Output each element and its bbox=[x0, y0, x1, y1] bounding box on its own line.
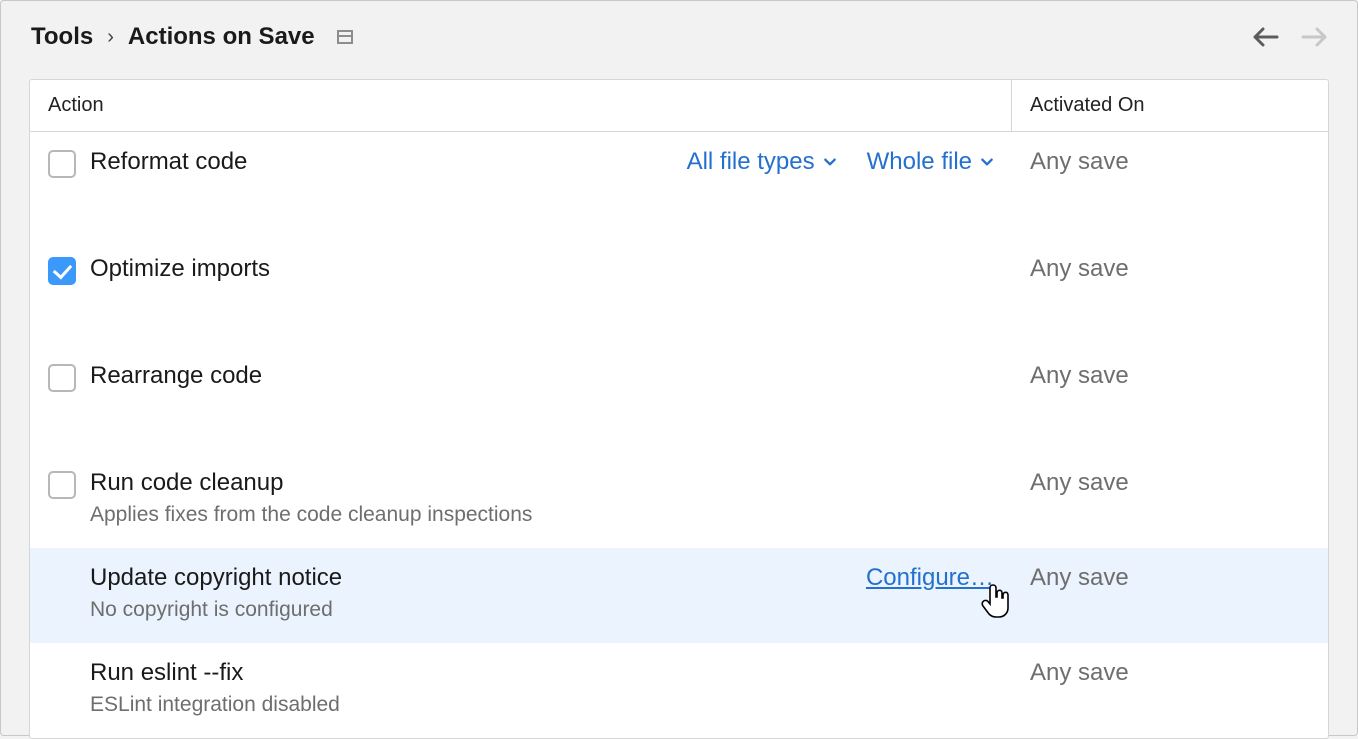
nav-arrows bbox=[1251, 26, 1329, 48]
table-row[interactable]: Update copyright notice Configure… No co… bbox=[30, 548, 1328, 643]
activated-on: Any save bbox=[1012, 453, 1328, 513]
settings-header: Tools › Actions on Save bbox=[1, 1, 1357, 79]
table-row: Reformat code All file types Whole file … bbox=[30, 132, 1328, 239]
action-title: Rearrange code bbox=[90, 362, 262, 390]
optimize-imports-checkbox[interactable] bbox=[48, 257, 76, 285]
chevron-down-icon bbox=[980, 155, 994, 169]
activated-on: Any save bbox=[1012, 132, 1328, 192]
reformat-code-checkbox[interactable] bbox=[48, 150, 76, 178]
table-row: Run code cleanup Applies fixes from the … bbox=[30, 453, 1328, 548]
activated-on: Any save bbox=[1012, 239, 1328, 299]
breadcrumb-separator-icon: › bbox=[107, 26, 114, 49]
action-description: ESLint integration disabled bbox=[90, 693, 994, 717]
column-header-action[interactable]: Action bbox=[30, 80, 1012, 131]
scope-dropdown[interactable]: Whole file bbox=[867, 148, 994, 176]
action-title: Run eslint --fix bbox=[90, 659, 243, 687]
action-title: Optimize imports bbox=[90, 255, 270, 283]
table-row: Run eslint --fix ESLint integration disa… bbox=[30, 643, 1328, 738]
back-arrow-icon[interactable] bbox=[1251, 26, 1279, 48]
forward-arrow-icon bbox=[1301, 26, 1329, 48]
action-title: Run code cleanup bbox=[90, 469, 283, 497]
action-description: No copyright is configured bbox=[90, 598, 994, 622]
run-code-cleanup-checkbox[interactable] bbox=[48, 471, 76, 499]
rearrange-code-checkbox[interactable] bbox=[48, 364, 76, 392]
activated-on: Any save bbox=[1012, 643, 1328, 703]
action-title: Update copyright notice bbox=[90, 564, 342, 592]
breadcrumb-root[interactable]: Tools bbox=[31, 23, 93, 51]
file-types-dropdown[interactable]: All file types bbox=[687, 148, 837, 176]
table-row: Rearrange code Any save bbox=[30, 346, 1328, 453]
actions-on-save-table: Action Activated On Reformat code All fi… bbox=[29, 79, 1329, 739]
action-description: Applies fixes from the code cleanup insp… bbox=[90, 503, 994, 527]
activated-on: Any save bbox=[1012, 548, 1328, 608]
breadcrumb-current: Actions on Save bbox=[128, 23, 315, 51]
detach-window-icon[interactable] bbox=[337, 30, 353, 44]
table-header: Action Activated On bbox=[30, 80, 1328, 132]
activated-on: Any save bbox=[1012, 346, 1328, 406]
table-row: Optimize imports Any save bbox=[30, 239, 1328, 346]
action-title: Reformat code bbox=[90, 148, 247, 176]
chevron-down-icon bbox=[823, 155, 837, 169]
column-header-activated[interactable]: Activated On bbox=[1012, 80, 1328, 131]
breadcrumb: Tools › Actions on Save bbox=[31, 23, 353, 51]
configure-link[interactable]: Configure… bbox=[866, 564, 994, 592]
